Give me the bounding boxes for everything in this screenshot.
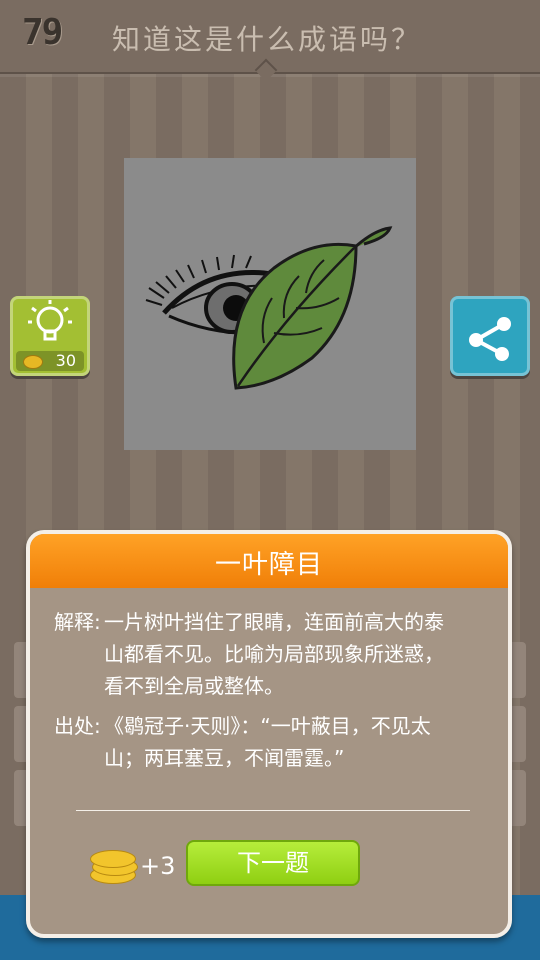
eye-leaf-illustration bbox=[145, 226, 393, 390]
explanation-line: 看不到全局或整体。 bbox=[104, 674, 284, 698]
explanation-label: 解释: bbox=[54, 610, 101, 634]
hint-cost-value: 30 bbox=[55, 351, 76, 370]
source-label: 出处: bbox=[54, 714, 101, 738]
next-question-button[interactable]: 下一题 bbox=[186, 840, 360, 886]
explanation-line: 山都看不见。比喻为局部现象所迷惑， bbox=[104, 642, 444, 666]
question-text: 知道这是什么成语吗？ bbox=[112, 23, 423, 56]
answer-dialog: 一叶障目 解释: 一片树叶挡住了眼睛，连面前高大的泰 山都看不见。比喻为局部现象… bbox=[26, 530, 512, 938]
reward-amount: +3 bbox=[140, 852, 176, 880]
puzzle-image bbox=[124, 158, 416, 450]
source-line: 山；两耳塞豆，不闻雷霆。” bbox=[104, 746, 345, 770]
level-number: 79 bbox=[22, 12, 63, 53]
source-line: 《鹖冠子·天则》：“一叶蔽目，不见太 bbox=[104, 714, 431, 738]
hint-cost-badge: 30 bbox=[16, 351, 84, 371]
hint-button[interactable]: 30 bbox=[10, 296, 90, 376]
dialog-header: 一叶障目 bbox=[30, 534, 508, 588]
answer-title: 一叶障目 bbox=[214, 550, 323, 580]
lightbulb-icon bbox=[28, 300, 72, 341]
coin-icon bbox=[23, 355, 43, 369]
share-button[interactable] bbox=[450, 296, 530, 376]
share-icon bbox=[469, 317, 511, 361]
explanation-line: 一片树叶挡住了眼睛，连面前高大的泰 bbox=[104, 610, 444, 634]
coins-icon bbox=[90, 844, 140, 884]
divider bbox=[76, 810, 470, 811]
